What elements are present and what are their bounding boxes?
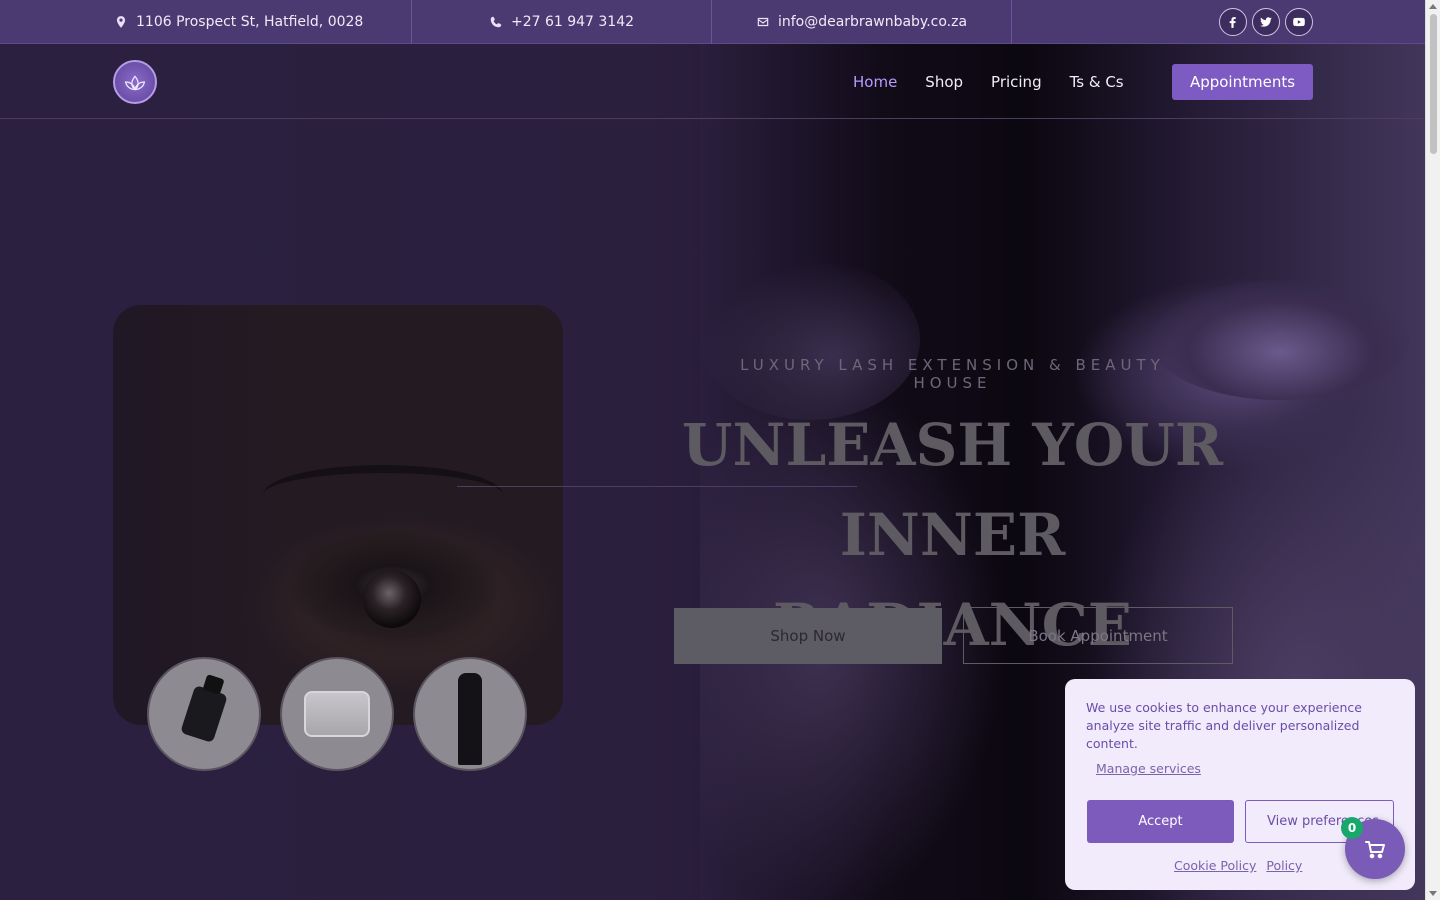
appointments-button[interactable]: Appointments [1172, 64, 1313, 100]
address-text: 1106 Prospect St, Hatfield, 0028 [136, 14, 364, 30]
scrollbar-thumb[interactable] [1430, 14, 1437, 154]
nav-menu: Home Shop Pricing Ts & Cs [853, 45, 1124, 119]
policy-link[interactable]: Policy [1266, 858, 1302, 873]
manage-services-link[interactable]: Manage services [1096, 761, 1201, 776]
scroll-up-arrow-icon[interactable] [1429, 4, 1437, 9]
page-scrollbar[interactable] [1425, 0, 1440, 900]
nav-item-pricing[interactable]: Pricing [991, 73, 1042, 91]
facebook-icon[interactable] [1219, 8, 1247, 36]
cookie-links: Cookie Policy Policy [1174, 858, 1302, 873]
book-appointment-button[interactable]: Book Appointment [963, 607, 1233, 664]
twitter-icon[interactable] [1252, 8, 1280, 36]
shop-now-button[interactable]: Shop Now [674, 608, 942, 664]
cart-icon [1365, 841, 1385, 859]
page: 1106 Prospect St, Hatfield, 0028 +27 61 … [0, 0, 1425, 900]
foam-bottle-icon [458, 673, 482, 765]
hero-background-shadow [700, 260, 920, 420]
scroll-down-arrow-icon[interactable] [1429, 891, 1437, 896]
email-text[interactable]: info@dearbrawnbaby.co.za [778, 14, 967, 30]
product-thumb-cleanser[interactable] [413, 657, 527, 771]
accept-cookies-button[interactable]: Accept [1087, 800, 1234, 843]
product-thumb-lash-glue[interactable] [147, 657, 261, 771]
nav-item-home[interactable]: Home [853, 73, 897, 91]
address-item: 1106 Prospect St, Hatfield, 0028 [0, 0, 412, 44]
cart-count-badge: 0 [1341, 817, 1363, 839]
headline-line-1: UNLEASH YOUR [681, 411, 1224, 479]
nav-item-shop[interactable]: Shop [925, 73, 963, 91]
phone-text[interactable]: +27 61 947 3142 [511, 14, 634, 30]
phone-item[interactable]: +27 61 947 3142 [412, 0, 712, 44]
social-links [1012, 0, 1425, 44]
phone-icon [490, 16, 502, 28]
cookie-policy-link[interactable]: Cookie Policy [1174, 858, 1256, 873]
youtube-icon[interactable] [1285, 8, 1313, 36]
location-pin-icon [116, 16, 126, 28]
envelope-icon [757, 17, 769, 27]
top-info-bar: 1106 Prospect St, Hatfield, 0028 +27 61 … [0, 0, 1425, 44]
hero-eyebrow: LUXURY LASH EXTENSION & BEAUTY HOUSE [740, 356, 1165, 392]
email-item[interactable]: info@dearbrawnbaby.co.za [712, 0, 1012, 44]
nav-item-terms[interactable]: Ts & Cs [1070, 73, 1124, 91]
main-navigation: Home Shop Pricing Ts & Cs Appointments [0, 45, 1425, 119]
cookie-message: We use cookies to enhance your experienc… [1086, 700, 1362, 751]
product-thumb-jar[interactable] [280, 657, 394, 771]
lotus-logo-icon [124, 75, 146, 91]
jar-icon [304, 691, 370, 737]
glue-bottle-icon [180, 684, 228, 744]
brand-logo[interactable] [113, 60, 157, 104]
